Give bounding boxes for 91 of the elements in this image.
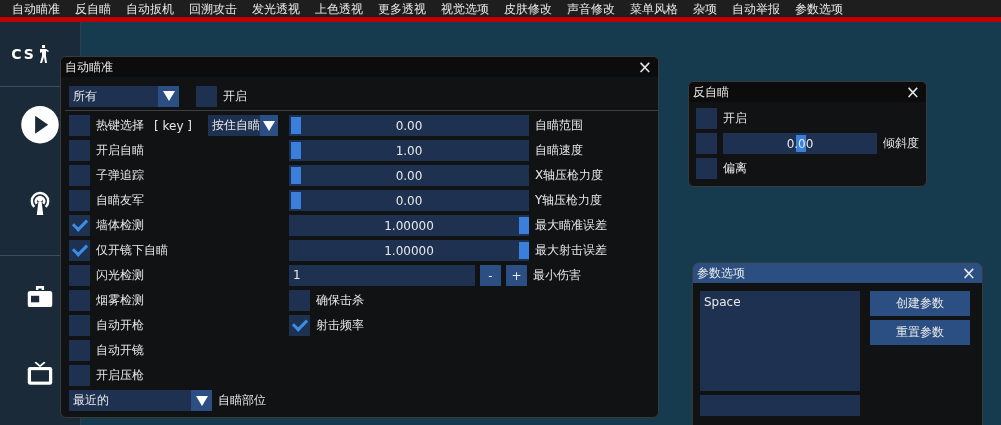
menu-item[interactable]: 自动扳机 [126, 0, 189, 17]
menu-item[interactable]: 回溯攻击 [189, 0, 252, 17]
slider-label: X轴压枪力度 [535, 167, 604, 184]
checkbox[interactable] [69, 215, 90, 236]
config-button[interactable]: 重置参数 [870, 320, 970, 345]
menu-item[interactable]: 发光透视 [252, 0, 315, 17]
checkbox-label: 开启自瞄 [96, 142, 144, 159]
slider[interactable]: 1.00000 [289, 240, 529, 261]
checkbox-label: 开启压枪 [96, 367, 144, 384]
checkbox[interactable] [696, 108, 717, 129]
close-button[interactable]: × [637, 58, 652, 76]
checkbox[interactable] [289, 290, 310, 311]
checkbox-label: 墙体检测 [96, 217, 144, 234]
briefcase-icon[interactable] [25, 285, 55, 308]
checkbox[interactable] [69, 315, 90, 336]
checkbox-label: 子弹追踪 [96, 167, 144, 184]
checkbox[interactable] [696, 133, 717, 154]
menu-item[interactable]: 更多透视 [378, 0, 441, 17]
checkbox[interactable] [69, 115, 90, 136]
dropdown-label: 自瞄部位 [218, 392, 266, 409]
menu-item[interactable]: 自动瞄准 [12, 0, 75, 17]
checkbox-label: 自动开镜 [96, 342, 144, 359]
slider-label: 倾斜度 [883, 135, 919, 152]
close-button[interactable]: × [961, 264, 976, 282]
field-label: 最小伤害 [533, 267, 581, 284]
menu-item[interactable]: 杂项 [693, 0, 732, 17]
slider[interactable]: 0.00 [289, 190, 529, 211]
slider-label: 自瞄范围 [535, 117, 583, 134]
window-title: 反自瞄 [693, 83, 729, 101]
slider-thumb[interactable] [291, 167, 301, 184]
dropdown-caret-icon [260, 115, 278, 136]
window-title: 参数选项 [697, 264, 745, 282]
checkbox-label: 开启 [223, 87, 247, 105]
tv-icon[interactable] [25, 362, 55, 385]
checkbox[interactable] [69, 240, 90, 261]
close-button[interactable]: × [905, 83, 920, 101]
checkbox[interactable] [196, 85, 217, 107]
checkbox-label: 自动开枪 [96, 317, 144, 334]
menu-item[interactable]: 声音修改 [567, 0, 630, 17]
menu-item[interactable]: 皮肤修改 [504, 0, 567, 17]
checkbox[interactable] [69, 265, 90, 286]
slider-thumb[interactable] [291, 192, 301, 209]
menu-item[interactable]: 上色透视 [315, 0, 378, 17]
dropdown-caret-icon [158, 85, 179, 107]
slider-label: 自瞄速度 [535, 142, 583, 159]
checkbox-label: 热键选择 [96, 117, 144, 134]
checkbox[interactable] [69, 290, 90, 311]
mode-dropdown[interactable]: 按住自瞄 [208, 115, 278, 136]
slider[interactable]: 1.00 [289, 140, 529, 161]
checkbox[interactable] [69, 340, 90, 361]
checkbox-label: 偏离 [723, 160, 747, 177]
list-item[interactable]: Space [704, 295, 856, 309]
menu-item[interactable]: 自动举报 [732, 0, 795, 17]
checkbox-label: 自瞄友军 [96, 192, 144, 209]
slider-thumb[interactable] [291, 142, 301, 159]
checkbox[interactable] [696, 158, 717, 179]
checkbox-label: 烟雾检测 [96, 292, 144, 309]
checkbox[interactable] [69, 140, 90, 161]
slider-label: Y轴压枪力度 [535, 192, 603, 209]
checkbox[interactable] [289, 315, 310, 336]
config-button[interactable]: 创建参数 [870, 291, 970, 316]
checkbox[interactable] [69, 165, 90, 186]
checkbox-label: 闪光检测 [96, 267, 144, 284]
window-title: 自动瞄准 [65, 58, 113, 76]
checkbox-label: 仅开镜下自瞄 [96, 242, 168, 259]
dropdown-caret-icon [191, 390, 212, 411]
target-dropdown[interactable]: 所有 [69, 85, 179, 107]
menu-item[interactable]: 参数选项 [795, 0, 858, 17]
menu-item[interactable]: 菜单风格 [630, 0, 693, 17]
slider-label: 最大射击误差 [535, 242, 607, 259]
checkbox[interactable] [69, 365, 90, 386]
slider-label: 最大瞄准误差 [535, 217, 607, 234]
checkbox-label: 射击频率 [316, 317, 364, 334]
bone-dropdown[interactable]: 最近的 [69, 390, 212, 411]
menu-item[interactable]: 视觉选项 [441, 0, 504, 17]
menu-item[interactable]: 反自瞄 [75, 0, 126, 17]
slider-thumb[interactable] [519, 242, 529, 259]
checkbox-label: 开启 [723, 110, 747, 127]
slider[interactable]: 0.00 [289, 165, 529, 186]
plus-button[interactable]: + [506, 265, 527, 286]
number-field[interactable]: 1 [289, 265, 475, 286]
checkbox-label: 确保击杀 [316, 292, 364, 309]
slider-thumb[interactable] [519, 217, 529, 234]
checkbox[interactable] [69, 190, 90, 211]
logo-text: CS [11, 45, 36, 62]
slider-thumb[interactable] [291, 117, 301, 134]
name-field[interactable] [700, 395, 860, 416]
slider[interactable]: 1.00000 [289, 215, 529, 236]
hotkey-label[interactable]: [ key ] [154, 118, 192, 133]
slider[interactable]: 0.00 [289, 115, 529, 136]
minus-button[interactable]: - [480, 265, 501, 286]
